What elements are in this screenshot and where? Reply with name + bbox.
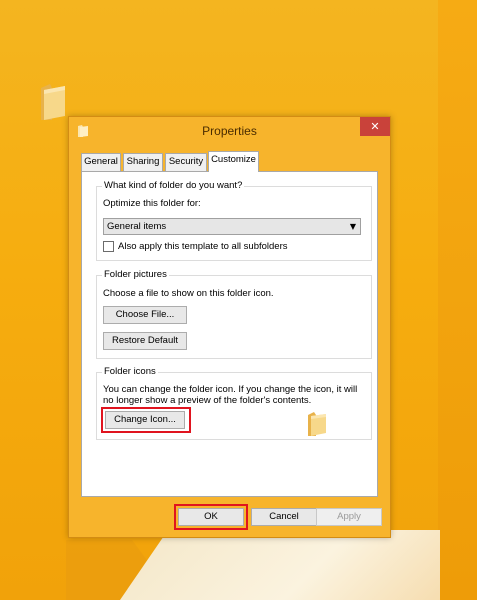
optimize-label: Optimize this folder for: <box>103 198 201 209</box>
tab-security[interactable]: Security <box>165 153 207 171</box>
ok-button-highlight <box>174 504 248 530</box>
apply-subfolders-label: Also apply this template to all subfolde… <box>118 241 288 252</box>
folder-pictures-description: Choose a file to show on this folder ico… <box>103 288 274 299</box>
tab-general[interactable]: General <box>81 153 121 171</box>
optimize-select[interactable]: General items ▼ <box>103 218 361 235</box>
folder-icons-description-line1: You can change the folder icon. If you c… <box>103 384 358 395</box>
properties-window: Properties ✕ General Sharing Security Cu… <box>68 116 391 538</box>
tab-customize[interactable]: Customize <box>208 151 259 172</box>
optimize-select-value: General items <box>107 221 167 232</box>
folder-icons-description-line2: no longer show a preview of the folder's… <box>103 395 312 406</box>
window-title: Properties <box>202 124 257 138</box>
folder-pictures-group: Folder pictures Choose a file to show on… <box>96 269 372 359</box>
tab-sharing[interactable]: Sharing <box>123 153 163 171</box>
cancel-button[interactable]: Cancel <box>251 508 317 526</box>
folder-icons-group-title: Folder icons <box>102 366 158 377</box>
folder-preview-icon <box>308 412 326 436</box>
desktop-folder-icon[interactable] <box>38 82 68 122</box>
change-icon-highlight <box>101 407 191 433</box>
folder-type-group-title: What kind of folder do you want? <box>102 180 245 191</box>
close-button[interactable]: ✕ <box>360 117 390 136</box>
folder-pictures-group-title: Folder pictures <box>102 269 169 280</box>
apply-subfolders-checkbox[interactable] <box>103 241 114 252</box>
apply-button[interactable]: Apply <box>316 508 382 526</box>
desktop-background-strip <box>438 0 477 600</box>
folder-type-group: What kind of folder do you want? Optimiz… <box>96 180 372 261</box>
chevron-down-icon: ▼ <box>349 222 356 231</box>
desktop-background-wedge <box>120 530 440 600</box>
restore-default-button[interactable]: Restore Default <box>103 332 187 350</box>
customize-panel: What kind of folder do you want? Optimiz… <box>81 171 378 497</box>
folder-icons-group: Folder icons You can change the folder i… <box>96 366 372 440</box>
title-bar[interactable]: Properties ✕ <box>69 117 390 145</box>
choose-file-button[interactable]: Choose File... <box>103 306 187 324</box>
